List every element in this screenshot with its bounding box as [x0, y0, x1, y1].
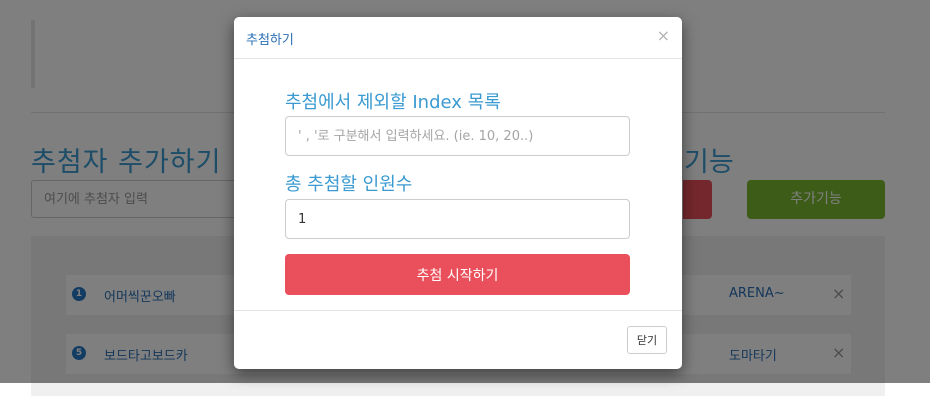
draw-count-label: 총 추첨할 인원수 [285, 174, 413, 195]
draw-modal: 추첨하기 × 추첨에서 제외할 Index 목록 총 추첨할 인원수 추첨 시작… [234, 17, 682, 369]
modal-header: 추첨하기 × [234, 17, 682, 59]
exclude-index-label: 추첨에서 제외할 Index 목록 [285, 92, 501, 113]
exclude-index-input[interactable] [285, 116, 630, 156]
draw-count-input[interactable] [285, 199, 630, 239]
modal-footer-divider [234, 310, 682, 311]
modal-title: 추첨하기 [246, 33, 294, 48]
close-button[interactable]: 닫기 [627, 326, 667, 354]
close-icon[interactable]: × [657, 26, 670, 45]
start-draw-button[interactable]: 추첨 시작하기 [285, 254, 630, 295]
